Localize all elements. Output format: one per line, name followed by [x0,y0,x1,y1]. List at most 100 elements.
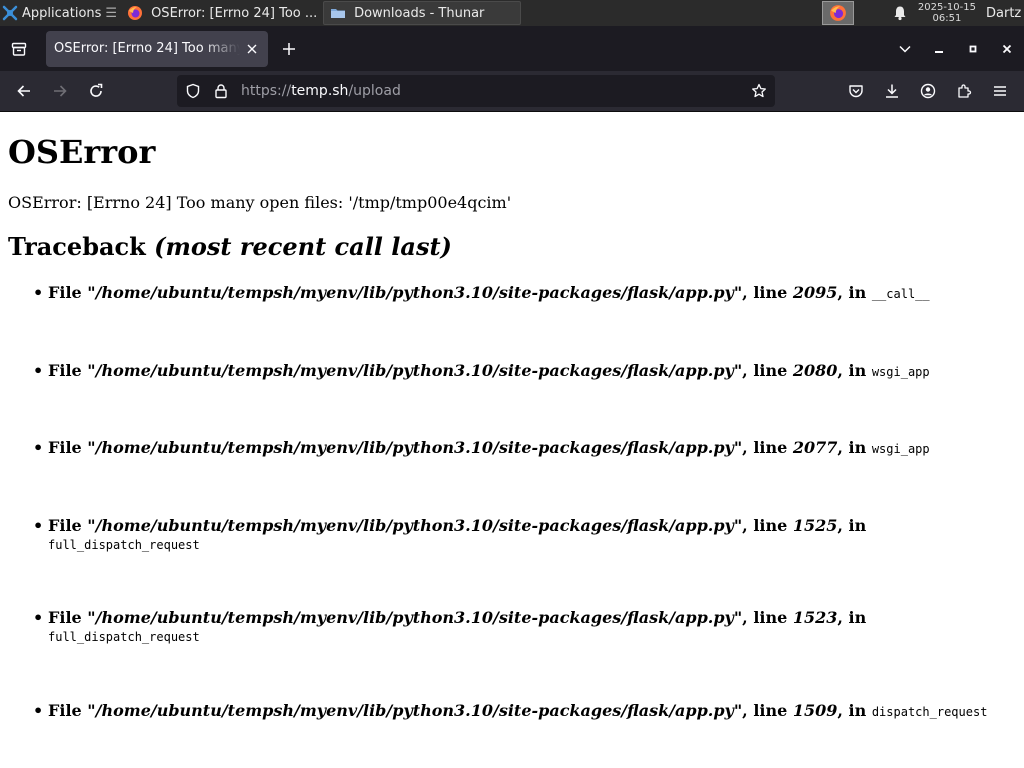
close-window-button[interactable] [990,26,1024,71]
frame-in-label: in [848,608,867,627]
traceback-heading: Traceback (most recent call last) [8,232,452,262]
taskbar-item-label: OSError: [Errno 24] Too ... [151,5,318,21]
xfce-logo-icon [2,5,18,21]
traceback-frame: File "/home/ubuntu/tempsh/myenv/lib/pyth… [33,608,1008,646]
frame-line-label: line [753,361,788,380]
extensions-button[interactable] [946,75,982,107]
new-tab-button[interactable] [272,32,306,66]
applications-menu-button[interactable]: Applications ☰ [0,0,121,26]
chevron-down-icon [899,45,911,53]
traceback-frame: File "/home/ubuntu/tempsh/myenv/lib/pyth… [33,701,1008,721]
frame-line-label: line [753,608,788,627]
account-button[interactable] [910,75,946,107]
url-text[interactable]: https://temp.sh/upload [241,83,751,99]
pocket-icon [849,85,863,98]
maximize-icon [969,45,977,52]
frame-function: wsgi_app [871,365,930,379]
puzzle-icon [958,84,972,98]
taskbar-item-thunar[interactable]: Downloads - Thunar [323,1,522,25]
tab-strip: OSError: [Errno 24] Too many open files [0,26,1024,71]
traceback-frame: File "/home/ubuntu/tempsh/myenv/lib/pyth… [33,516,1008,554]
frame-function: wsgi_app [871,442,930,456]
frame-file-label: File [48,516,82,535]
pocket-button[interactable] [838,75,874,107]
frame-line-number: 2077 [792,438,838,457]
page-title: OSError [8,133,156,171]
frame-function: dispatch_request [871,705,988,719]
shield-icon[interactable] [185,83,201,99]
desktop-panel: Applications ☰ OSError: [Errno 24] Too .… [0,0,1024,26]
traceback-frame: File "/home/ubuntu/tempsh/myenv/lib/pyth… [33,361,1008,381]
firefox-icon [830,5,846,21]
frame-function: __call__ [871,287,930,301]
frame-file-label: File [48,438,82,457]
frame-line-number: 2095 [792,283,838,302]
frame-line-label: line [753,516,788,535]
panel-clock[interactable]: 2025-10-15 06:51 [918,2,976,24]
frame-file-label: File [48,283,82,302]
minimize-icon [935,50,943,53]
taskbar-item-label: Downloads - Thunar [354,5,485,21]
close-icon [1002,44,1012,53]
back-button[interactable] [6,75,42,107]
frame-in-label: in [848,361,867,380]
url-bar[interactable]: https://temp.sh/upload [177,75,775,107]
menu-separator-icon: ☰ [105,5,118,21]
arrow-left-icon [17,85,30,97]
url-host: temp.sh [291,83,349,99]
download-icon [886,84,898,98]
clock-time: 06:51 [932,13,962,24]
frame-line-label: line [753,283,788,302]
frame-function: full_dispatch_request [48,538,200,552]
plus-icon [283,42,295,55]
user-menu[interactable]: Dartz [986,6,1024,21]
traceback-frame: File "/home/ubuntu/tempsh/myenv/lib/pyth… [33,438,1008,458]
folder-icon [331,9,346,18]
clock-date: 2025-10-15 [917,2,976,13]
lock-icon[interactable] [213,83,229,99]
tray-firefox-button[interactable] [821,1,854,25]
frame-file-label: File [48,608,82,627]
frame-file-path: "/home/ubuntu/tempsh/myenv/lib/python3.1… [87,701,743,720]
frame-line-label: line [753,438,788,457]
hamburger-menu-icon [994,86,1006,96]
firefox-view-button[interactable] [0,26,38,71]
frame-file-path: "/home/ubuntu/tempsh/myenv/lib/python3.1… [87,438,743,457]
navigation-toolbar: https://temp.sh/upload [0,71,1024,112]
app-menu-button[interactable] [982,75,1018,107]
arrow-right-icon [54,85,67,97]
frame-line-number: 1509 [792,701,838,720]
downloads-button[interactable] [874,75,910,107]
frame-in-label: in [848,516,867,535]
frame-file-path: "/home/ubuntu/tempsh/myenv/lib/python3.1… [87,608,743,627]
frame-line-label: line [753,701,788,720]
tab-active[interactable]: OSError: [Errno 24] Too many open files [46,30,268,67]
list-all-tabs-button[interactable] [888,26,922,71]
applications-label: Applications [22,5,102,21]
bookmark-star-icon[interactable] [751,83,767,99]
frame-line-number: 1525 [792,516,838,535]
frame-file-path: "/home/ubuntu/tempsh/myenv/lib/python3.1… [87,361,743,380]
frame-function: full_dispatch_request [48,630,200,644]
close-icon [247,44,257,53]
account-icon [920,83,936,99]
tab-close-button[interactable] [244,41,260,57]
frame-file-path: "/home/ubuntu/tempsh/myenv/lib/python3.1… [87,283,743,302]
frame-in-label: in [848,283,867,302]
traceback-title: Traceback [8,232,146,261]
frame-in-label: in [848,438,867,457]
traceback-frame: File "/home/ubuntu/tempsh/myenv/lib/pyth… [33,283,1008,303]
reload-button[interactable] [78,75,114,107]
minimize-window-button[interactable] [922,26,956,71]
forward-button[interactable] [42,75,78,107]
frame-in-label: in [848,701,867,720]
notification-bell-icon[interactable] [892,5,908,21]
tab-title: OSError: [Errno 24] Too many open files [54,41,240,56]
reload-icon [90,83,103,97]
taskbar-item-firefox[interactable]: OSError: [Errno 24] Too ... [121,1,321,25]
page-content: OSError OSError: [Errno 24] Too many ope… [0,112,1024,768]
url-scheme: https:// [241,83,292,99]
frame-file-label: File [48,361,82,380]
frame-file-label: File [48,701,82,720]
maximize-window-button[interactable] [956,26,990,71]
